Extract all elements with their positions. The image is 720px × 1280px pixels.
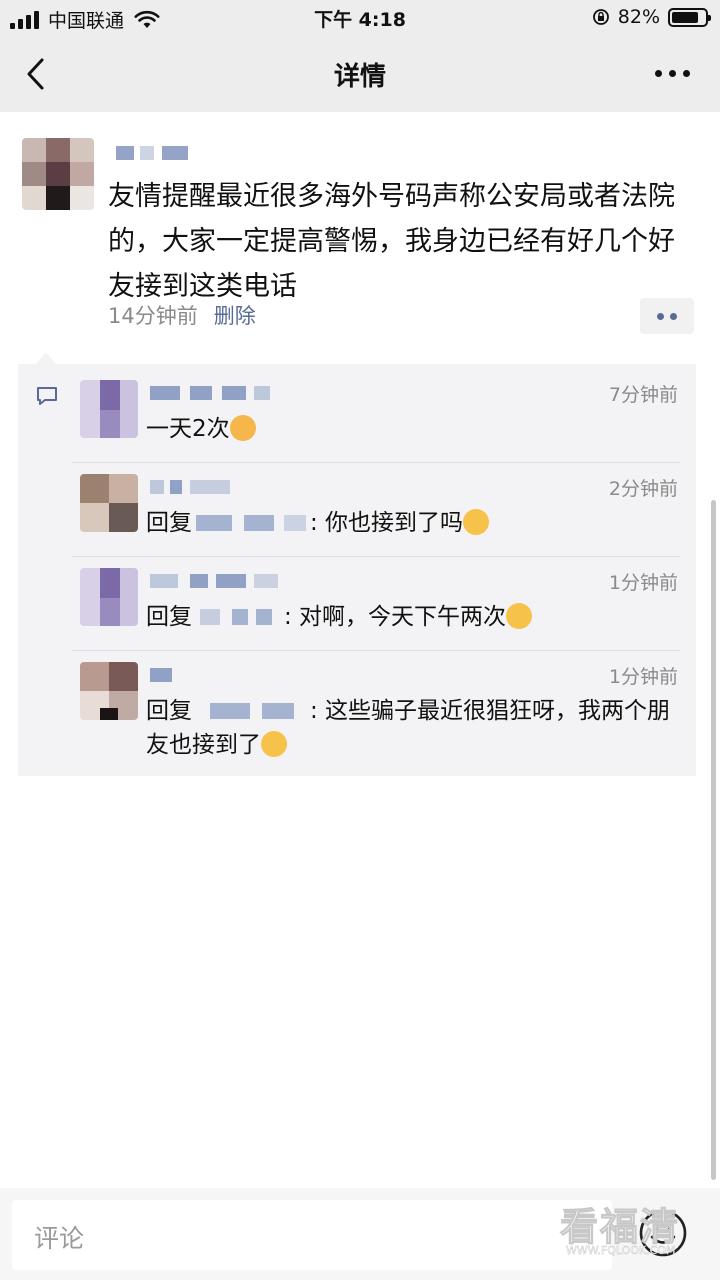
- reply-prefix: 回复: [146, 510, 192, 536]
- commenter-name-blurred[interactable]: [150, 574, 300, 588]
- commenter-avatar[interactable]: [80, 474, 138, 532]
- comment-item[interactable]: 2分钟前 回复 : 你也接到了吗: [72, 470, 682, 556]
- rofl-emoji-icon: [261, 731, 287, 757]
- comment-item[interactable]: 1分钟前 回复: 这些骗子最近很猖狂呀，我两个朋友也接到了: [72, 658, 682, 768]
- divider: [72, 650, 680, 651]
- comment-input[interactable]: 评论: [12, 1200, 612, 1270]
- battery-percent: 82%: [617, 6, 660, 28]
- status-bar: 中国联通 下午 4:18 82%: [0, 0, 720, 36]
- reply-target-blurred[interactable]: [192, 513, 310, 533]
- rotation-lock-icon: [592, 9, 609, 25]
- reply-prefix: 回复: [146, 604, 192, 630]
- comment-text-row: 一天2次: [146, 412, 676, 446]
- watermark-url: WWW.FQLOOK.COM: [566, 1244, 676, 1257]
- post-text: 友情提醒最近很多海外号码声称公安局或者法院的，大家一定提高警惕，我身边已经有好几…: [108, 181, 675, 302]
- delete-link[interactable]: 删除: [214, 304, 256, 328]
- comment-time: 2分钟前: [608, 478, 678, 500]
- comment-item[interactable]: 1分钟前 回复 : 对啊，今天下午两次: [72, 564, 682, 650]
- commenter-name-blurred[interactable]: [150, 668, 190, 682]
- battery-icon: [668, 7, 711, 27]
- commenter-avatar[interactable]: [80, 662, 138, 720]
- tears-of-joy-emoji-icon: [463, 509, 490, 535]
- reply-target-blurred[interactable]: [192, 607, 284, 627]
- divider: [72, 556, 680, 557]
- post-meta: 14分钟前 删除: [108, 300, 256, 330]
- reply-prefix: 回复: [146, 698, 192, 724]
- comment-time: 1分钟前: [608, 666, 678, 688]
- commenter-name-blurred[interactable]: [150, 386, 290, 400]
- comment-text-row: 回复 : 对啊，今天下午两次: [146, 600, 676, 634]
- nav-bar: 详情: [0, 36, 720, 112]
- commenter-avatar[interactable]: [80, 568, 138, 626]
- scrollbar[interactable]: [711, 500, 716, 1180]
- comment-icon: [37, 387, 57, 405]
- more-icon[interactable]: [655, 70, 690, 77]
- comment-text: 一天2次: [146, 416, 230, 442]
- post-author-name-blurred[interactable]: [116, 146, 188, 160]
- commenter-name-blurred[interactable]: [150, 480, 240, 494]
- watermark: 看福清 WWW.FQLOOK.COM: [559, 1196, 710, 1264]
- post-author-avatar[interactable]: [22, 138, 94, 210]
- divider: [72, 462, 680, 463]
- like-comment-button[interactable]: [640, 298, 694, 334]
- astonished-emoji-icon: [229, 415, 256, 441]
- panel-arrow: [36, 352, 56, 364]
- comment-text-row: 回复: 这些骗子最近很猖狂呀，我两个朋友也接到了: [146, 694, 676, 762]
- commenter-avatar[interactable]: [80, 380, 138, 438]
- comment-text-row: 回复 : 你也接到了吗: [146, 506, 676, 540]
- comment-text: : 对啊，今天下午两次: [284, 604, 507, 630]
- comment-text: : 你也接到了吗: [310, 510, 464, 536]
- rofl-emoji-icon: [506, 603, 533, 629]
- comment-time: 1分钟前: [608, 572, 678, 594]
- comment-placeholder: 评论: [34, 1224, 85, 1253]
- reply-target-blurred[interactable]: [192, 701, 310, 721]
- page-title: 详情: [333, 62, 386, 92]
- comment-time: 7分钟前: [608, 384, 678, 406]
- comment-item[interactable]: 7分钟前 一天2次: [72, 376, 682, 456]
- watermark-text: 看福清: [559, 1205, 681, 1250]
- post-time: 14分钟前: [108, 304, 198, 328]
